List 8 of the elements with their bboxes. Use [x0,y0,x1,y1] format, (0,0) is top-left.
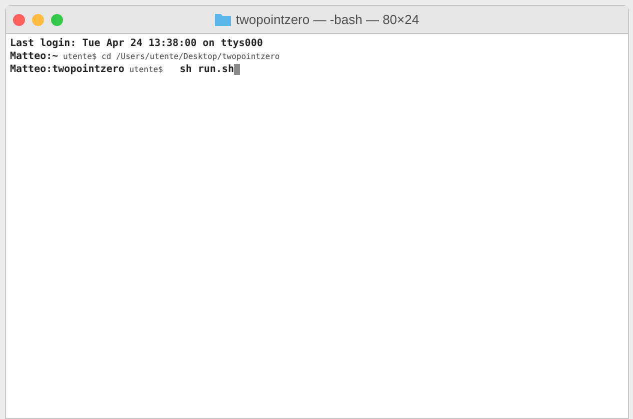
folder-icon [214,13,231,26]
terminal-line: Matteo:~ utente$ cd /Users/utente/Desktop/twopointzero [10,50,280,63]
close-icon[interactable] [13,14,25,26]
window-title: twopointzero — -bash — 80×24 [236,10,420,29]
terminal-line: Last login: Tue Apr 24 13:38:00 on ttys000 [10,37,263,50]
terminal-line: Matteo:twopointzero utente$ sh run.sh [10,63,234,76]
maximize-icon[interactable] [51,14,63,26]
minimize-icon[interactable] [32,14,44,26]
